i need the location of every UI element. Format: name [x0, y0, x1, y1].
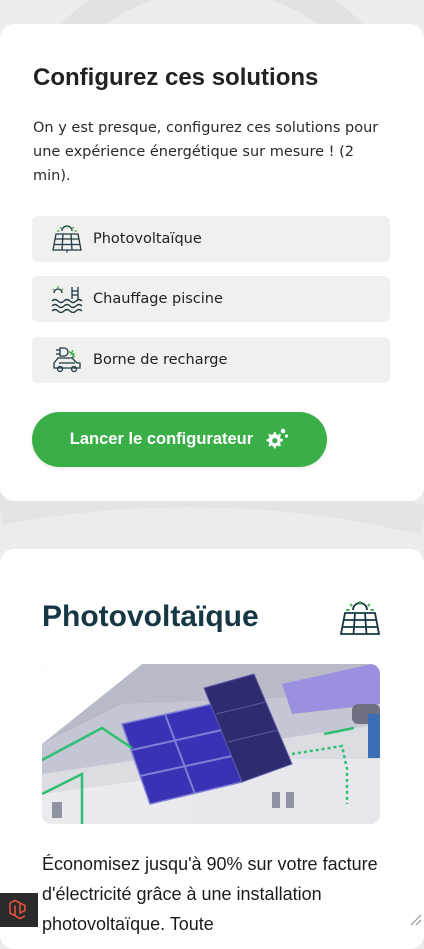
detail-title: Photovoltaïque	[42, 600, 259, 633]
solution-label: Borne de recharge	[93, 352, 228, 368]
ev-charger-icon	[50, 345, 84, 375]
photovoltaique-detail-card: Photovoltaïque Économisez jusqu'à 90% su…	[0, 549, 424, 949]
solution-label: Photovoltaïque	[93, 231, 202, 247]
pool-heating-icon	[50, 284, 84, 314]
solar-panel-icon	[50, 224, 84, 254]
gears-icon	[263, 427, 289, 453]
card-title: Configurez ces solutions	[33, 64, 319, 91]
launch-configurator-button[interactable]: Lancer le configurateur	[32, 412, 327, 467]
resize-handle-icon[interactable]	[408, 911, 422, 930]
solution-label: Chauffage piscine	[93, 291, 223, 307]
solution-item-chauffage-piscine[interactable]: Chauffage piscine	[32, 276, 390, 322]
card-intro: On y est presque, configurez ces solutio…	[33, 120, 379, 184]
laravel-debugbar-icon[interactable]	[0, 893, 38, 927]
solution-item-borne-recharge[interactable]: Borne de recharge	[32, 337, 390, 383]
solution-item-photovoltaique[interactable]: Photovoltaïque	[32, 216, 390, 262]
photovoltaic-house-illustration	[42, 664, 380, 824]
solar-panel-icon	[338, 601, 382, 641]
button-label: Lancer le configurateur	[69, 430, 254, 448]
configure-solutions-card: Configurez ces solutions On y est presqu…	[0, 24, 424, 501]
detail-description: Économisez jusqu'à 90% sur votre facture…	[42, 854, 378, 934]
